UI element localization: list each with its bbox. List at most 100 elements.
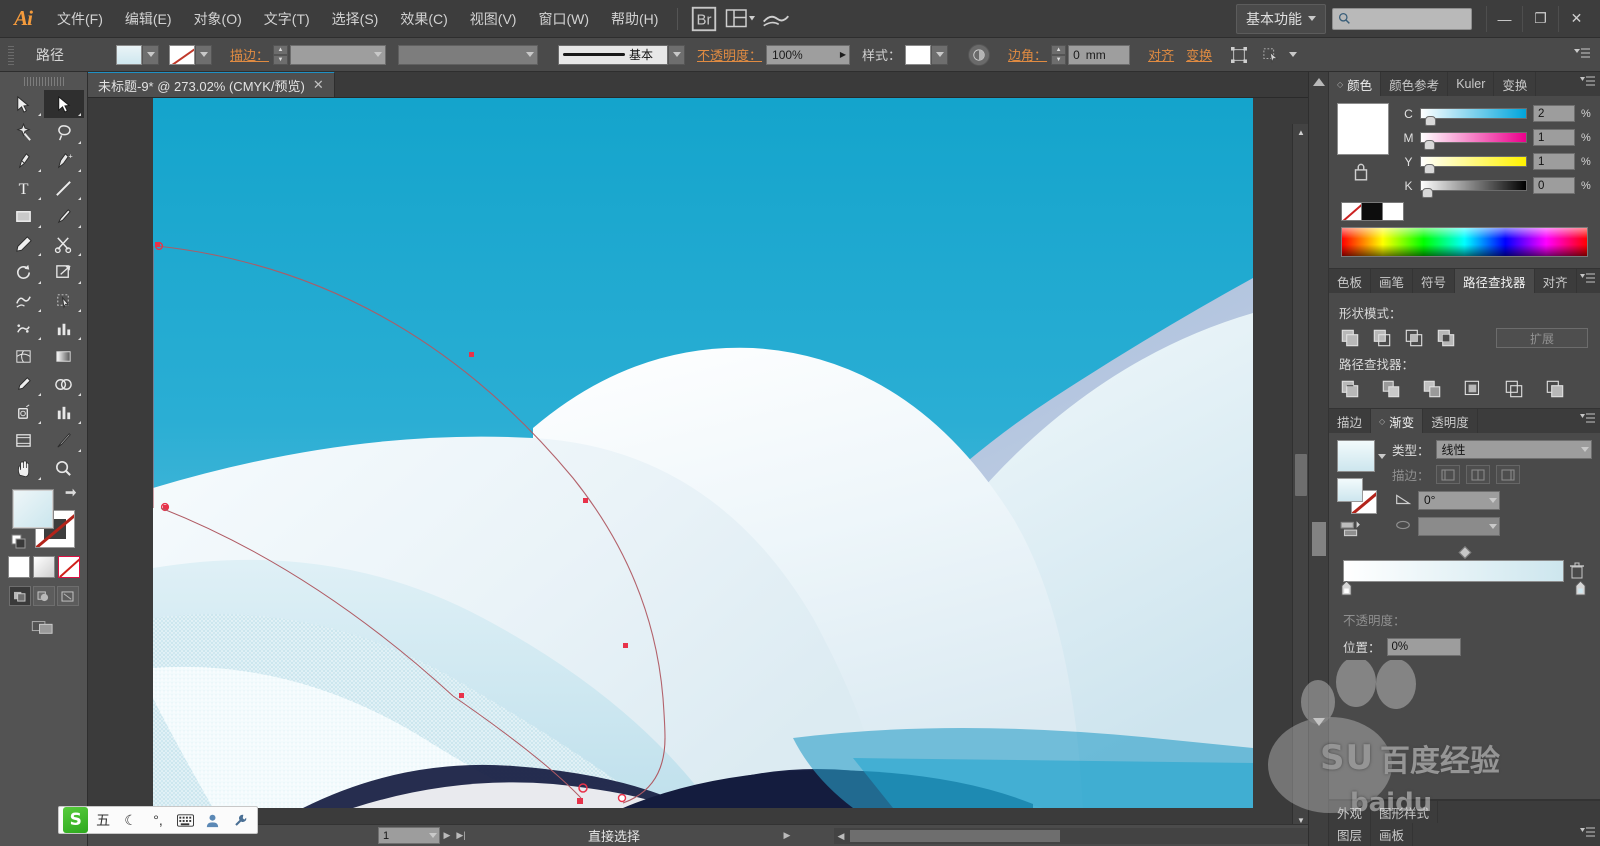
slider-k-track[interactable] <box>1420 180 1527 198</box>
fill-swatch[interactable] <box>116 44 142 65</box>
expand-button[interactable]: 扩展 <box>1496 328 1588 348</box>
opacity-label[interactable]: 不透明度： <box>697 45 762 64</box>
menu-type[interactable]: 文字(T) <box>253 0 321 38</box>
pf-unite[interactable] <box>1339 328 1361 348</box>
tool-symbol-sprayer[interactable] <box>4 314 44 342</box>
slider-y-value[interactable]: 1 <box>1533 153 1575 170</box>
lock-icon[interactable] <box>1350 160 1372 182</box>
select-similar-icon[interactable] <box>1258 43 1284 67</box>
menu-edit[interactable]: 编辑(E) <box>114 0 183 38</box>
menu-window[interactable]: 窗口(W) <box>527 0 600 38</box>
tool-rectangle[interactable] <box>4 202 44 230</box>
gradient-fill-box[interactable] <box>1337 478 1363 502</box>
maximize-button[interactable]: ❐ <box>1522 5 1558 32</box>
draw-mode-behind[interactable] <box>32 586 55 606</box>
stroke-dropdown-icon[interactable] <box>195 44 212 65</box>
ime-user-icon[interactable] <box>200 808 225 832</box>
fill-dropdown-icon[interactable] <box>142 44 159 65</box>
graphic-style-control[interactable] <box>905 44 949 65</box>
current-color-swatch[interactable] <box>1337 103 1389 155</box>
screen-mode-button[interactable] <box>29 616 59 638</box>
slider-m-value[interactable]: 1 <box>1533 129 1575 146</box>
slider-m-thumb[interactable] <box>1424 140 1435 150</box>
stroke-weight-stepper[interactable]: ▲ ▼ <box>273 44 289 65</box>
pf-minus-front[interactable] <box>1371 328 1393 348</box>
slider-y[interactable]: Y 1 % <box>1403 153 1592 174</box>
arrange-documents-icon[interactable] <box>725 6 756 32</box>
tab-kuler[interactable]: Kuler <box>1448 72 1495 96</box>
tab-stroke[interactable]: 描边 <box>1329 409 1372 433</box>
tool-scale[interactable] <box>44 258 84 286</box>
tab-appearance[interactable]: 外观 <box>1329 801 1372 823</box>
swatch-white[interactable] <box>1383 202 1404 221</box>
default-fill-stroke-icon[interactable] <box>11 534 27 550</box>
corner-stepper[interactable]: ▲ ▼ <box>1051 44 1067 65</box>
pf-exclude[interactable] <box>1435 328 1457 348</box>
gradient-stop-end[interactable] <box>1575 580 1586 596</box>
paint-mode-gradient[interactable] <box>32 556 55 578</box>
stroke-swatch-control[interactable] <box>169 44 212 65</box>
tool-pen[interactable] <box>4 146 44 174</box>
artboard-navigation-input[interactable]: 1 <box>378 827 440 844</box>
tab-layers[interactable]: 图层 <box>1329 823 1372 846</box>
slider-m-track[interactable] <box>1420 132 1527 150</box>
tool-hand[interactable] <box>4 454 44 482</box>
menu-help[interactable]: 帮助(H) <box>600 0 669 38</box>
tool-type[interactable]: T <box>4 174 44 202</box>
fill-color-swatch[interactable] <box>11 489 54 529</box>
corner-radius-input[interactable]: 0 mm <box>1068 44 1131 65</box>
tool-line-segment[interactable] <box>44 174 84 202</box>
slider-c-thumb[interactable] <box>1425 116 1436 126</box>
ime-logo-icon[interactable]: S <box>63 807 89 833</box>
slider-k-thumb[interactable] <box>1422 188 1433 198</box>
tool-slice[interactable] <box>44 426 84 454</box>
stepper-down-icon[interactable]: ▼ <box>1051 54 1067 65</box>
search-input[interactable] <box>1332 7 1472 30</box>
tab-transparency[interactable]: 透明度 <box>1423 409 1478 433</box>
menu-object[interactable]: 对象(O) <box>183 0 253 38</box>
tool-graph[interactable] <box>44 398 84 426</box>
dock-rail-thumb[interactable] <box>1312 522 1326 556</box>
ime-keyboard-icon[interactable] <box>173 808 198 832</box>
stroke-gradient-along[interactable] <box>1465 465 1490 484</box>
paint-mode-color[interactable] <box>7 556 30 578</box>
slider-y-thumb[interactable] <box>1424 164 1435 174</box>
stroke-weight-combo[interactable] <box>290 44 387 65</box>
tool-blend[interactable] <box>44 370 84 398</box>
stroke-gradient-within[interactable] <box>1435 465 1460 484</box>
tab-brushes[interactable]: 画笔 <box>1371 269 1414 293</box>
gradient-ramp[interactable] <box>1343 560 1564 582</box>
tool-live-paint[interactable] <box>4 398 44 426</box>
color-panel-menu-icon[interactable] <box>1580 76 1595 90</box>
align-label[interactable]: 对齐 <box>1148 45 1174 64</box>
tab-swatches[interactable]: 色板 <box>1329 269 1372 293</box>
gradient-aspect-select[interactable] <box>1418 516 1500 536</box>
pf-minus-back[interactable] <box>1544 379 1566 399</box>
slider-c[interactable]: C 2 % <box>1403 105 1592 126</box>
close-icon[interactable]: ✕ <box>313 77 324 93</box>
menu-effect[interactable]: 效果(C) <box>389 0 458 38</box>
collapse-panels-icon[interactable] <box>1313 718 1325 726</box>
horizontal-scroll-thumb[interactable] <box>850 829 1061 842</box>
scroll-up-icon[interactable]: ▲ <box>1293 124 1308 140</box>
tool-lasso[interactable] <box>44 118 84 146</box>
color-spectrum-ramp[interactable] <box>1341 227 1588 257</box>
pf-divide[interactable] <box>1339 379 1361 399</box>
style-dropdown-icon[interactable] <box>931 44 949 65</box>
pf-merge[interactable] <box>1421 379 1443 399</box>
draw-mode-normal[interactable] <box>8 586 31 606</box>
tab-transform[interactable]: 变换 <box>1494 72 1537 96</box>
tab-symbols[interactable]: 符号 <box>1413 269 1456 293</box>
next-artboard-icon[interactable]: ▶ <box>440 827 454 845</box>
minimize-button[interactable]: — <box>1486 5 1522 32</box>
control-bar-menu-icon[interactable] <box>1574 47 1590 62</box>
tool-add-anchor[interactable]: + <box>44 146 84 174</box>
tool-magic-wand[interactable] <box>4 118 44 146</box>
stepper-up-icon[interactable]: ▲ <box>273 44 289 55</box>
slider-k-value[interactable]: 0 <box>1533 177 1575 194</box>
gradient-type-select[interactable]: 线性 <box>1435 440 1592 459</box>
stroke-gradient-across[interactable] <box>1495 465 1520 484</box>
isolate-selected-icon[interactable] <box>1226 43 1252 67</box>
layers-panel-menu-icon[interactable] <box>1580 827 1595 841</box>
dock-rail[interactable] <box>1309 72 1329 846</box>
